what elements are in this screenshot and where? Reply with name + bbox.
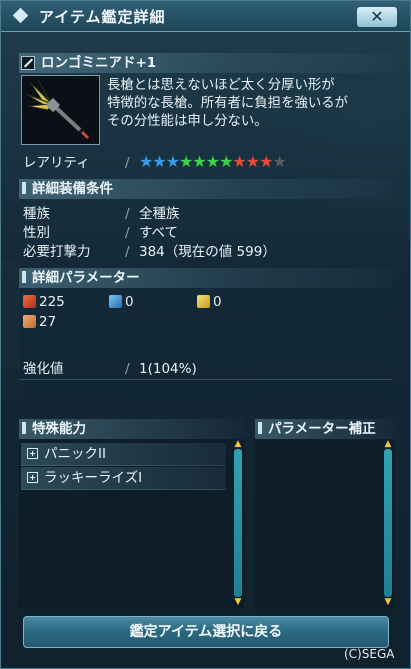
rarity-star-icon: ★ bbox=[139, 152, 153, 171]
ability-item[interactable]: ラッキーライズI bbox=[21, 467, 226, 490]
shoot-param: 0 bbox=[109, 294, 134, 310]
rarity-star-icon: ★ bbox=[179, 152, 193, 171]
abilities-panel: 特殊能力 パニックII ラッキーライズI ▲ ▼ bbox=[19, 419, 245, 609]
gender-row: 性別 / すべて bbox=[23, 225, 179, 241]
rarity-stars: ★★★★★★★★★★★ bbox=[139, 152, 287, 172]
param-correction-scrollbar[interactable] bbox=[384, 449, 392, 597]
item-image bbox=[21, 75, 100, 145]
rarity-label: レアリティ bbox=[23, 155, 90, 171]
rarity-star-icon: ★ bbox=[192, 152, 206, 171]
abilities-header: 特殊能力 bbox=[19, 419, 245, 439]
scroll-up-arrow-icon[interactable]: ▲ bbox=[383, 440, 393, 449]
item-name-header: ロンゴミニアド+1 bbox=[19, 53, 393, 73]
item-appraisal-window: アイテム鑑定詳細 ✕ ロンゴミニアド+1 長槍とは思えないほど太く分厚い形が 特… bbox=[0, 0, 411, 669]
rarity-star-icon: ★ bbox=[245, 152, 260, 171]
tech-param: 0 bbox=[197, 294, 222, 310]
requirements-header: 詳細装備条件 bbox=[19, 179, 393, 199]
expand-icon bbox=[27, 448, 38, 459]
scroll-up-arrow-icon[interactable]: ▲ bbox=[233, 440, 243, 449]
required-power-row: 必要打撃力 / 384（現在の値 599） bbox=[23, 244, 276, 260]
copyright: (C)SEGA bbox=[344, 647, 395, 661]
rarity-star-icon: ★ bbox=[259, 152, 273, 171]
item-name: ロンゴミニアド+1 bbox=[41, 55, 157, 71]
param-correction-panel: パラメーター補正 ▲ ▼ bbox=[255, 419, 395, 609]
rarity-star-icon: ★ bbox=[219, 152, 233, 171]
dex-param: 27 bbox=[23, 314, 56, 330]
item-description: 長槍とは思えないほど太く分厚い形が 特徴的な長槍。所有者に負担を強いるが その分… bbox=[107, 78, 349, 129]
rarity-star-icon: ★ bbox=[152, 152, 166, 171]
race-row: 種族 / 全種族 bbox=[23, 206, 180, 222]
weapon-icon bbox=[21, 56, 35, 70]
parameters-header: 詳細パラメーター bbox=[19, 268, 393, 288]
tech-icon bbox=[197, 295, 210, 308]
scroll-down-arrow-icon[interactable]: ▼ bbox=[233, 598, 243, 607]
expand-icon bbox=[27, 472, 38, 483]
param-correction-header: パラメーター補正 bbox=[255, 419, 395, 439]
abilities-scrollbar[interactable] bbox=[234, 449, 242, 597]
rarity-star-icon: ★ bbox=[272, 152, 286, 171]
rarity-row: レアリティ / ★★★★★★★★★★★ bbox=[23, 152, 287, 172]
attack-icon bbox=[23, 295, 36, 308]
close-button[interactable]: ✕ bbox=[357, 7, 397, 27]
diamond-icon bbox=[12, 7, 29, 24]
scroll-down-arrow-icon[interactable]: ▼ bbox=[383, 598, 393, 607]
rarity-star-icon: ★ bbox=[165, 152, 180, 171]
spear-icon bbox=[25, 79, 90, 140]
title-bar: アイテム鑑定詳細 ✕ bbox=[1, 1, 410, 32]
window-title: アイテム鑑定詳細 bbox=[39, 8, 166, 26]
rarity-star-icon: ★ bbox=[232, 152, 246, 171]
ability-item[interactable]: パニックII bbox=[21, 443, 226, 466]
rarity-star-icon: ★ bbox=[205, 152, 220, 171]
grind-row: 強化値 / 1(104%) bbox=[19, 359, 393, 380]
shoot-icon bbox=[109, 295, 122, 308]
back-to-selection-button[interactable]: 鑑定アイテム選択に戻る bbox=[23, 616, 389, 648]
dex-icon bbox=[23, 315, 36, 328]
attack-param: 225 bbox=[23, 294, 65, 310]
